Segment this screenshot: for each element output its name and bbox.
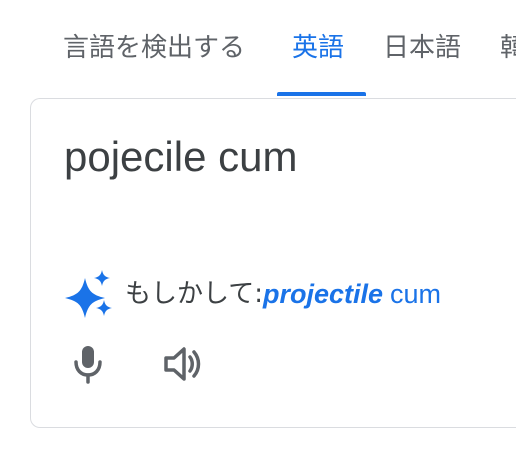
source-text-input[interactable]: pojecile cum [64, 129, 297, 185]
tab-label: 韓 [500, 33, 516, 63]
microphone-button[interactable] [65, 341, 111, 387]
language-tabs: 言語を検出する 英語 日本語 韓 [0, 0, 516, 98]
suggestion-remaining-text: cum [390, 279, 442, 309]
tab-label: 英語 [292, 33, 345, 63]
tab-english[interactable]: 英語 [292, 29, 344, 98]
spelling-suggestion: もしかして: projectile cum [65, 270, 441, 318]
corrected-word: projectile [262, 279, 384, 309]
tab-korean[interactable]: 韓 [500, 29, 516, 98]
tab-label: 言語を検出する [63, 33, 246, 63]
microphone-icon [74, 346, 102, 384]
sparkle-icon [65, 270, 112, 318]
source-text-panel: pojecile cum もしかして: projectile cum [30, 98, 516, 428]
active-tab-indicator [277, 92, 366, 96]
suggested-spelling-link[interactable]: projectile cum [263, 277, 441, 311]
tab-japanese[interactable]: 日本語 [383, 29, 461, 98]
speaker-icon [164, 347, 201, 381]
suggestion-prefix: もしかして: [125, 279, 263, 309]
listen-button[interactable] [161, 341, 207, 387]
tab-label: 日本語 [383, 33, 462, 63]
tab-detect-language[interactable]: 言語を検出する [63, 29, 245, 98]
translate-input-screen: 言語を検出する 英語 日本語 韓 pojecile cum もしかして: pro… [0, 0, 516, 453]
